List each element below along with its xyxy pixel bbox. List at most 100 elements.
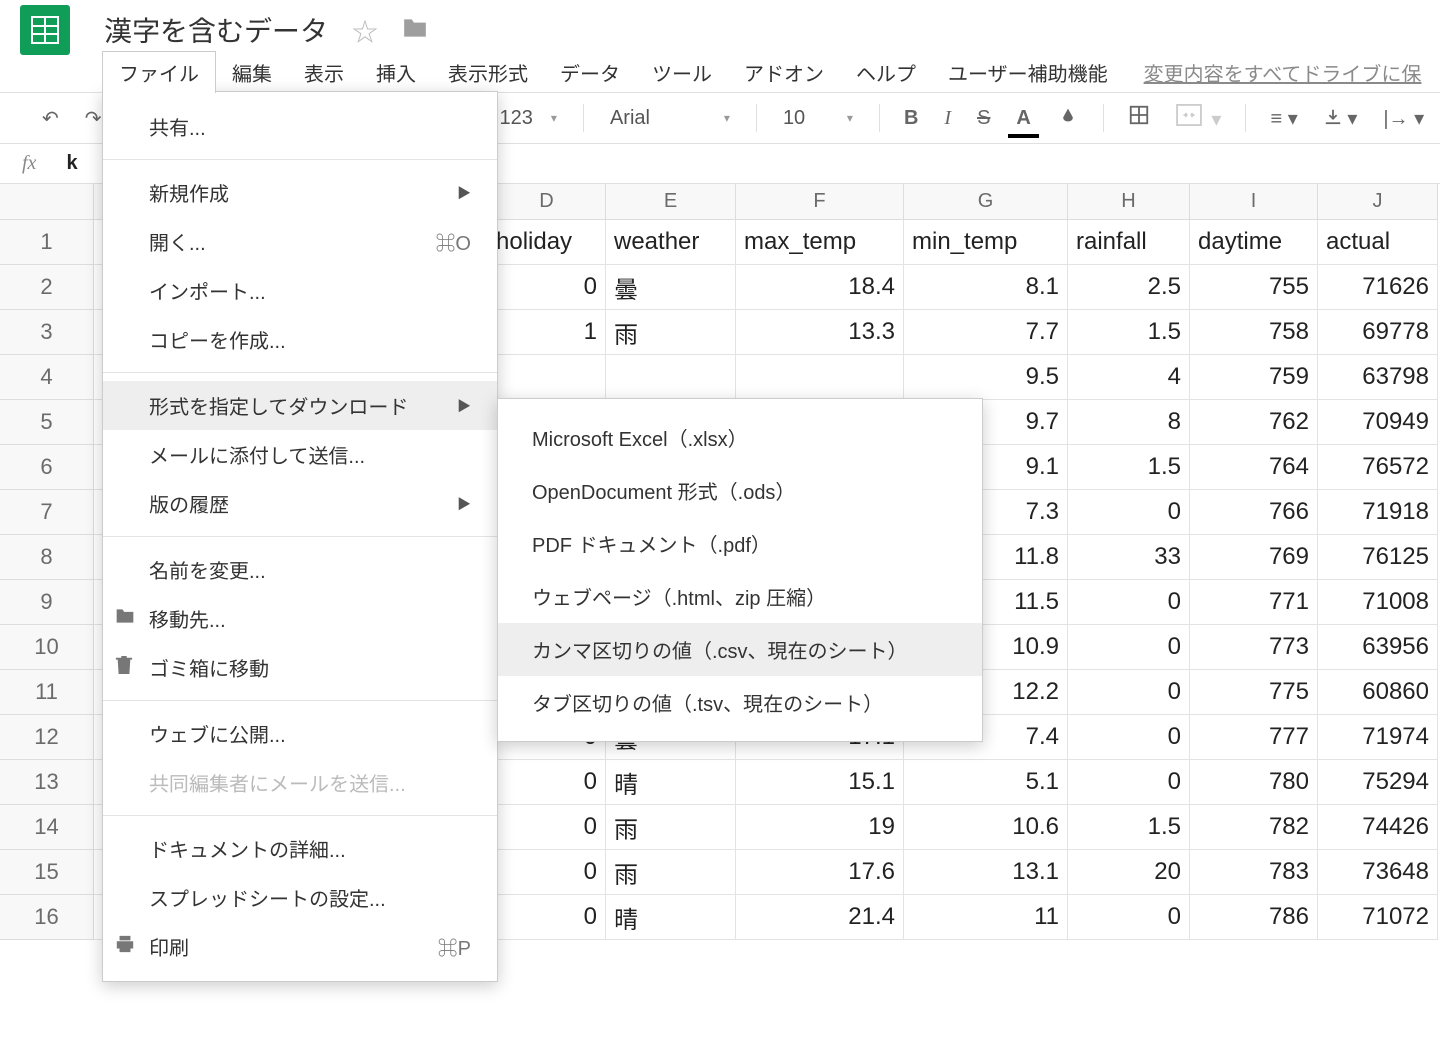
cell[interactable]: 15.1	[736, 760, 904, 805]
menu-item[interactable]: ウェブに公開...	[103, 709, 497, 758]
cell[interactable]: 晴	[606, 760, 736, 805]
cell[interactable]: 0	[1068, 670, 1190, 715]
cell[interactable]: 63956	[1318, 625, 1438, 670]
row-header[interactable]: 4	[0, 355, 94, 400]
row-header[interactable]: 5	[0, 400, 94, 445]
menu-ヘルプ[interactable]: ヘルプ	[840, 52, 932, 93]
cell[interactable]: 0	[488, 265, 606, 310]
cell[interactable]: 33	[1068, 535, 1190, 580]
cell[interactable]: max_temp	[736, 220, 904, 265]
col-header-G[interactable]: G	[904, 184, 1068, 220]
cell[interactable]: 71626	[1318, 265, 1438, 310]
cell[interactable]: 759	[1190, 355, 1318, 400]
cell[interactable]: 755	[1190, 265, 1318, 310]
cell[interactable]	[488, 355, 606, 400]
cell[interactable]: 13.1	[904, 850, 1068, 895]
row-header[interactable]: 2	[0, 265, 94, 310]
row-header[interactable]: 12	[0, 715, 94, 760]
cell[interactable]: 766	[1190, 490, 1318, 535]
menu-item[interactable]: スプレッドシートの設定...	[103, 873, 497, 922]
font-size-select[interactable]: 10 ▾	[773, 103, 863, 134]
cell[interactable]: 11	[904, 895, 1068, 940]
cell[interactable]: 17.6	[736, 850, 904, 895]
cell[interactable]: weather	[606, 220, 736, 265]
cell[interactable]: 0	[488, 805, 606, 850]
cell[interactable]: 1.5	[1068, 445, 1190, 490]
cell[interactable]: 0	[1068, 625, 1190, 670]
cell[interactable]: 10.6	[904, 805, 1068, 850]
strikethrough-button[interactable]: S	[969, 103, 998, 134]
cell[interactable]: 771	[1190, 580, 1318, 625]
cell[interactable]: 70949	[1318, 400, 1438, 445]
cell[interactable]: 0	[1068, 760, 1190, 805]
row-header[interactable]: 13	[0, 760, 94, 805]
cell[interactable]: 21.4	[736, 895, 904, 940]
menu-表示形式[interactable]: 表示形式	[432, 52, 544, 93]
cell[interactable]	[736, 355, 904, 400]
text-color-button[interactable]: A	[1008, 103, 1038, 134]
cell[interactable]: 71072	[1318, 895, 1438, 940]
number-format-select[interactable]: 123 ▾	[490, 103, 567, 134]
row-header[interactable]: 7	[0, 490, 94, 535]
cell[interactable]: 63798	[1318, 355, 1438, 400]
cell[interactable]: 73648	[1318, 850, 1438, 895]
menu-ユーザー補助機能[interactable]: ユーザー補助機能	[932, 52, 1124, 93]
cell[interactable]: 18.4	[736, 265, 904, 310]
col-header-F[interactable]: F	[736, 184, 904, 220]
row-header[interactable]: 10	[0, 625, 94, 670]
sheets-app-icon[interactable]	[20, 5, 70, 55]
undo-button[interactable]: ↶	[34, 102, 67, 135]
menu-item[interactable]: 版の履歴▶	[103, 479, 497, 528]
cell[interactable]: 69778	[1318, 310, 1438, 355]
cell[interactable]: 762	[1190, 400, 1318, 445]
cell[interactable]: 0	[1068, 490, 1190, 535]
cell[interactable]: 0	[488, 760, 606, 805]
cell[interactable]: 1	[488, 310, 606, 355]
cell[interactable]: 20	[1068, 850, 1190, 895]
row-header[interactable]: 3	[0, 310, 94, 355]
submenu-item[interactable]: Microsoft Excel（.xlsx）	[498, 411, 982, 464]
cell[interactable]: 758	[1190, 310, 1318, 355]
row-header[interactable]: 1	[0, 220, 94, 265]
cell[interactable]: 1.5	[1068, 805, 1190, 850]
cell[interactable]: 777	[1190, 715, 1318, 760]
menu-ツール[interactable]: ツール	[636, 52, 728, 93]
cell[interactable]: 5.1	[904, 760, 1068, 805]
cell[interactable]: 晴	[606, 895, 736, 940]
bold-button[interactable]: B	[896, 103, 926, 134]
borders-button[interactable]	[1120, 100, 1158, 136]
col-header-H[interactable]: H	[1068, 184, 1190, 220]
menu-item[interactable]: 名前を変更...	[103, 545, 497, 594]
menu-item[interactable]: 開く...⌘O	[103, 217, 497, 266]
cell[interactable]: 2.5	[1068, 265, 1190, 310]
menu-item[interactable]: ドキュメントの詳細...	[103, 824, 497, 873]
cell[interactable]: actual	[1318, 220, 1438, 265]
cell[interactable]: min_temp	[904, 220, 1068, 265]
menu-item[interactable]: 移動先...	[103, 594, 497, 643]
cell[interactable]: 0	[488, 850, 606, 895]
cell[interactable]: 786	[1190, 895, 1318, 940]
menu-item[interactable]: 形式を指定してダウンロード▶	[103, 381, 497, 430]
row-header[interactable]: 14	[0, 805, 94, 850]
cell[interactable]: 60860	[1318, 670, 1438, 715]
cell[interactable]: 8	[1068, 400, 1190, 445]
cell[interactable]: holiday	[488, 220, 606, 265]
cell[interactable]: 13.3	[736, 310, 904, 355]
cell[interactable]: 雨	[606, 310, 736, 355]
align-button[interactable]: ≡ ▾	[1262, 102, 1305, 135]
cell[interactable]: 764	[1190, 445, 1318, 490]
merge-cells-button[interactable]: ▾	[1168, 100, 1230, 136]
star-icon[interactable]: ☆	[352, 12, 378, 49]
cell[interactable]: 783	[1190, 850, 1318, 895]
menu-item[interactable]: インポート...	[103, 266, 497, 315]
cell[interactable]: 782	[1190, 805, 1318, 850]
fill-color-button[interactable]	[1049, 100, 1087, 136]
cell[interactable]: 71974	[1318, 715, 1438, 760]
menu-item[interactable]: 印刷⌘P	[103, 922, 497, 971]
cell[interactable]: 76125	[1318, 535, 1438, 580]
cell[interactable]: daytime	[1190, 220, 1318, 265]
valign-button[interactable]: ▾	[1316, 102, 1366, 135]
cell[interactable]: 769	[1190, 535, 1318, 580]
cell[interactable]: 780	[1190, 760, 1318, 805]
menu-データ[interactable]: データ	[544, 52, 636, 93]
